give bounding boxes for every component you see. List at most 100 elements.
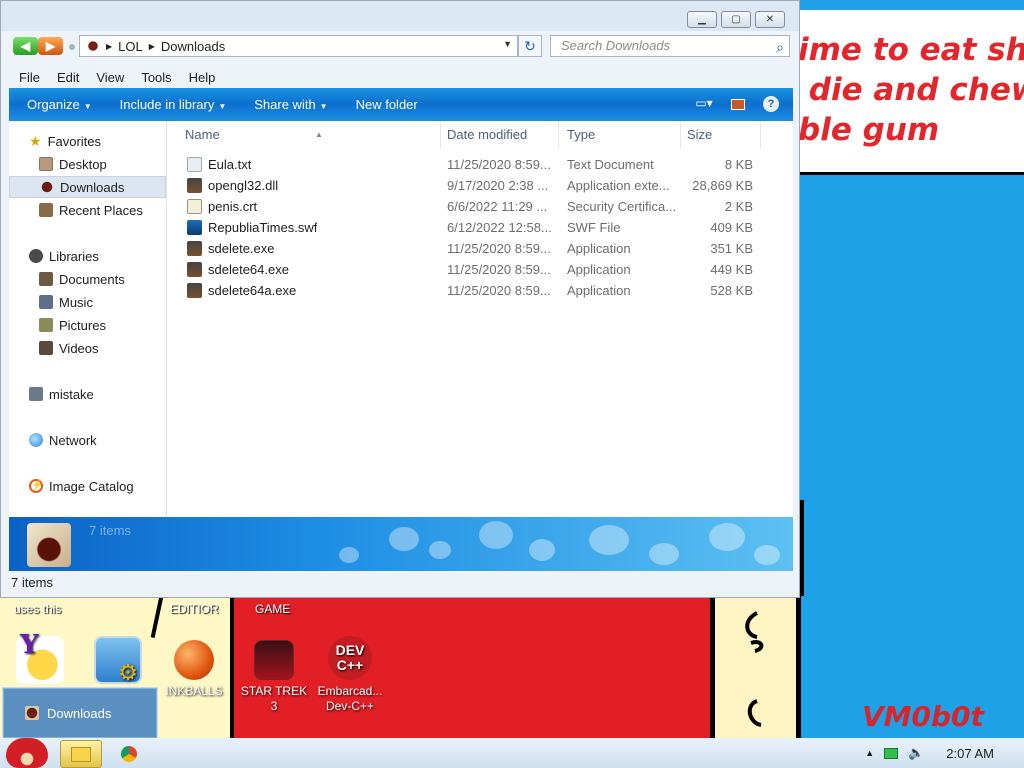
breadcrumb-separator-icon[interactable]: ▶	[106, 42, 112, 51]
close-button[interactable]: ✕	[755, 11, 785, 28]
view-options-icon[interactable]: ▭▾	[695, 96, 713, 112]
search-input[interactable]: Search Downloads ⌕	[550, 35, 790, 57]
file-list: Name ▲ Date modified Type Size Eula.txt 1…	[167, 121, 793, 517]
nav-label: Recent Places	[59, 202, 143, 218]
details-item-count: 7 items	[89, 523, 131, 538]
refresh-icon: ↻	[524, 38, 536, 54]
nav-item-videos[interactable]: Videos	[9, 337, 166, 359]
menu-help[interactable]: Help	[189, 67, 216, 88]
title-bar[interactable]: ▁ ▢ ✕	[1, 1, 799, 31]
column-header-name[interactable]: Name ▲	[177, 121, 441, 149]
desktop-icon	[39, 157, 53, 171]
nav-item-music[interactable]: Music	[9, 291, 166, 313]
folder-bug-icon	[86, 39, 100, 53]
desktop-icon-star-trek[interactable]: STAR TREK 3	[238, 640, 310, 714]
desktop-icon-inkballs[interactable]: INKBALLS	[162, 640, 226, 699]
inkballs-icon	[174, 640, 214, 680]
file-row[interactable]: penis.crt 6/6/2022 11:29 ... Security Ce…	[177, 196, 777, 217]
file-row[interactable]: sdelete64a.exe 11/25/2020 8:59... Applic…	[177, 280, 777, 301]
menu-bar: File Edit View Tools Help	[9, 67, 793, 88]
certificate-icon	[187, 199, 202, 214]
taskbar-window-preview[interactable]: Downloads	[2, 687, 158, 739]
back-button[interactable]: ◀	[13, 37, 38, 55]
desktop-icon-label: Embarcad... Dev-C++	[317, 684, 383, 713]
file-row[interactable]: sdelete.exe 11/25/2020 8:59... Applicati…	[177, 238, 777, 259]
desktop-icon-control-panel[interactable]: ⚙	[90, 636, 146, 688]
search-icon[interactable]: ⌕	[776, 37, 784, 57]
file-size: 528 KB	[710, 283, 753, 298]
share-with-button[interactable]: Share with ▼	[254, 97, 327, 112]
start-button[interactable]	[2, 738, 52, 768]
preview-label: Downloads	[47, 705, 112, 721]
nav-item-pictures[interactable]: Pictures	[9, 314, 166, 336]
show-hidden-icons-icon[interactable]: ▲	[865, 748, 874, 758]
pictures-icon	[39, 318, 53, 332]
file-row[interactable]: RepubliaTimes.swf 6/12/2022 12:58... SWF…	[177, 217, 777, 238]
exe-file-icon	[187, 262, 202, 277]
nav-favorites[interactable]: ★ Favorites	[9, 130, 166, 152]
dropdown-arrow-icon: ▼	[319, 102, 328, 111]
forward-button[interactable]: ▶	[38, 37, 63, 55]
organize-button[interactable]: Organize ▼	[27, 97, 92, 112]
menu-file[interactable]: File	[19, 67, 40, 88]
downloads-bug-icon	[40, 180, 54, 194]
nav-item-desktop[interactable]: Desktop	[9, 153, 166, 175]
taskbar-explorer-button[interactable]	[60, 740, 102, 768]
clock[interactable]: 2:07 AM	[946, 746, 994, 761]
address-dropdown-icon[interactable]: ▼	[503, 39, 512, 49]
file-name: RepubliaTimes.swf	[208, 220, 318, 235]
taskbar-chrome-button[interactable]	[108, 740, 150, 768]
help-icon[interactable]: ?	[763, 96, 779, 112]
file-row[interactable]: opengl32.dll 9/17/2020 2:38 ... Applicat…	[177, 175, 777, 196]
file-size: 351 KB	[710, 241, 753, 256]
desktop-icon-yahoo[interactable]: Y	[12, 632, 68, 688]
dev-cpp-icon: DEV C++	[328, 636, 372, 680]
recent-pages-dot-icon[interactable]	[69, 44, 75, 50]
sort-arrow-icon: ▲	[315, 130, 323, 139]
nav-mistake[interactable]: mistake	[9, 383, 166, 405]
file-type: Security Certifica...	[567, 199, 677, 214]
file-name: sdelete64a.exe	[208, 283, 297, 298]
wallpaper-label: uses this	[14, 602, 62, 616]
volume-icon[interactable]: 🔈	[908, 745, 924, 761]
battery-icon[interactable]	[884, 747, 899, 759]
refresh-button[interactable]: ↻	[518, 35, 542, 57]
command-bar: Organize ▼ Include in library ▼ Share with…	[9, 88, 793, 121]
minimize-button[interactable]: ▁	[687, 11, 717, 28]
desktop-icon-dev-cpp[interactable]: DEV C++ Embarcad... Dev-C++	[312, 636, 388, 714]
file-row[interactable]: Eula.txt 11/25/2020 8:59... Text Documen…	[177, 154, 777, 175]
breadcrumb-lol[interactable]: LOL	[118, 39, 143, 54]
new-folder-button[interactable]: New folder	[356, 97, 418, 112]
nav-item-documents[interactable]: Documents	[9, 268, 166, 290]
file-row[interactable]: sdelete64.exe 11/25/2020 8:59... Applica…	[177, 259, 777, 280]
include-in-library-button[interactable]: Include in library ▼	[120, 97, 227, 112]
nav-label: Documents	[59, 271, 125, 287]
maximize-button[interactable]: ▢	[721, 11, 751, 28]
breadcrumb-separator-icon[interactable]: ▶	[149, 42, 155, 51]
address-bar[interactable]: ▶ LOL ▶ Downloads ▼	[79, 35, 518, 57]
nav-label: Network	[49, 432, 97, 448]
wallpaper-text: ime to eat shit die and chew ble gum	[798, 32, 1024, 148]
column-label: Name	[185, 127, 220, 142]
column-header-date[interactable]: Date modified	[439, 121, 559, 149]
file-size: 449 KB	[710, 262, 753, 277]
dropdown-arrow-icon: ▼	[83, 102, 92, 111]
nav-libraries[interactable]: Libraries	[9, 245, 166, 267]
file-type: Application exte...	[567, 178, 670, 193]
control-panel-icon: ⚙	[94, 636, 142, 684]
menu-edit[interactable]: Edit	[57, 67, 79, 88]
breadcrumb-downloads[interactable]: Downloads	[161, 39, 225, 54]
nav-item-recent-places[interactable]: Recent Places	[9, 199, 166, 221]
nav-item-downloads[interactable]: Downloads	[9, 176, 166, 198]
nav-network[interactable]: Network	[9, 429, 166, 451]
column-header-type[interactable]: Type	[559, 121, 681, 149]
nav-label: Favorites	[47, 133, 102, 149]
menu-tools[interactable]: Tools	[141, 67, 171, 88]
file-size: 28,869 KB	[692, 178, 753, 193]
nav-image-catalog[interactable]: ⚡ Image Catalog	[9, 475, 166, 497]
column-header-size[interactable]: Size	[679, 121, 761, 149]
file-size: 409 KB	[710, 220, 753, 235]
menu-view[interactable]: View	[96, 67, 124, 88]
preview-pane-icon[interactable]	[731, 98, 745, 110]
mistake-icon	[29, 387, 43, 401]
